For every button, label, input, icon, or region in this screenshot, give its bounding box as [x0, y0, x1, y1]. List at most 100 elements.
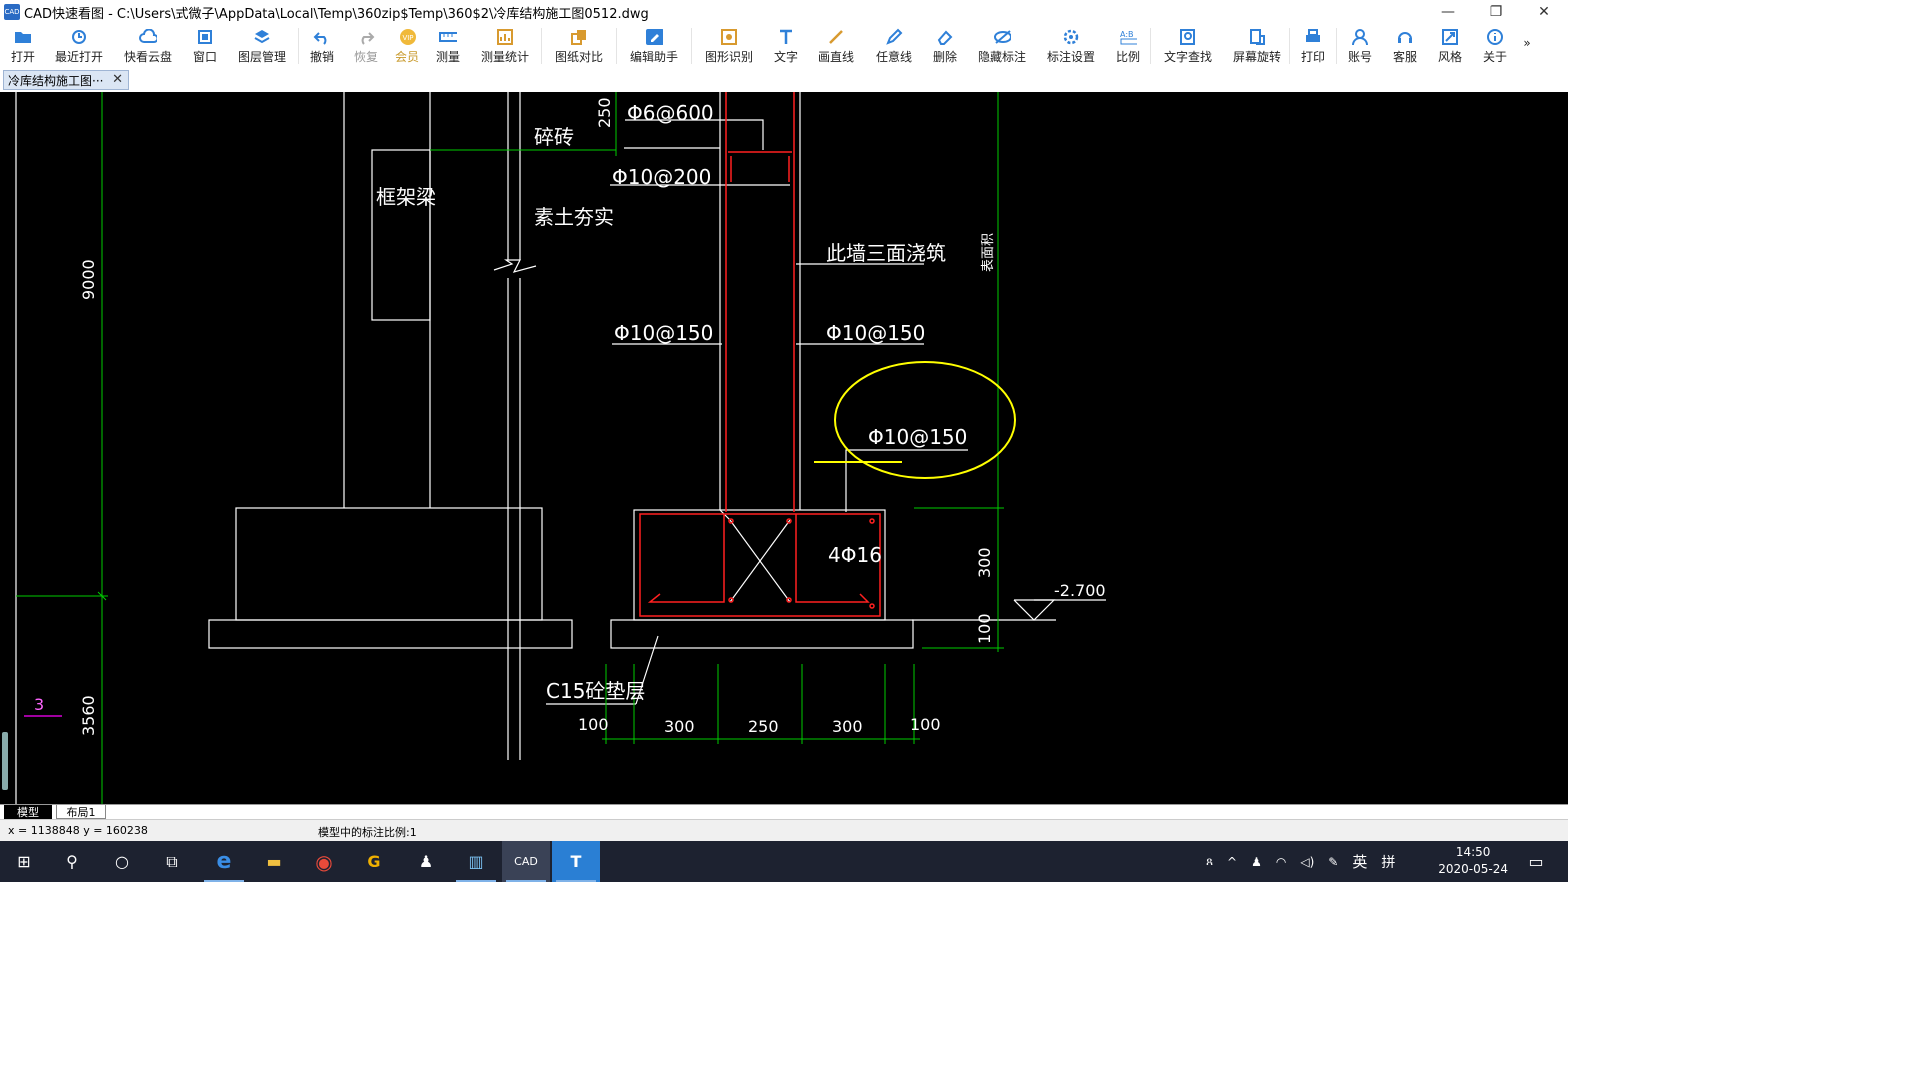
cortana-icon[interactable]: ○ [98, 841, 146, 882]
search-icon[interactable]: ⚲ [48, 841, 96, 882]
account-button[interactable]: 账号 [1337, 24, 1383, 68]
clock-date: 2020-05-24 [1438, 862, 1508, 876]
drawing-text: 碎砖 [534, 125, 574, 149]
shape-recog-button[interactable]: 图形识别 [692, 24, 766, 68]
delete-button[interactable]: 删除 [922, 24, 968, 68]
edge-icon[interactable]: e [200, 841, 248, 882]
qq-tray-icon[interactable]: ♟ [1251, 855, 1262, 869]
volume-icon[interactable]: ◁) [1300, 855, 1314, 869]
chrome-icon[interactable]: ◉ [300, 841, 348, 882]
measure-button[interactable]: 测量 [427, 24, 469, 68]
drawing-text: Φ10@150 [614, 321, 713, 345]
coordinate-readout: x = 1138848 y = 160238 [8, 824, 148, 837]
app-folder-icon[interactable]: ▥ [452, 841, 500, 882]
svg-text:A:B: A:B [1120, 30, 1134, 39]
recent-button[interactable]: 最近打开 [46, 24, 112, 68]
drawing-text: 表面积 [981, 233, 996, 272]
drawing-text: 4Φ16 [828, 543, 882, 567]
headset-icon [1396, 28, 1414, 46]
notification-icon[interactable]: ▭ [1512, 841, 1560, 882]
dimension-text: 300 [664, 717, 695, 736]
vip-icon: VIP [398, 28, 416, 46]
qq-icon[interactable]: ♟ [402, 841, 450, 882]
cad-drawing: Φ6@600 碎砖 Φ10@200 框架梁 素土夯实 此墙三面浇筑 Φ10@15… [15, 92, 1106, 804]
status-bar: x = 1138848 y = 160238 模型中的标注比例:1 [0, 819, 1568, 842]
text-button[interactable]: 文字 [766, 24, 806, 68]
main-toolbar: 打开 最近打开 快看云盘 窗口 图层管理 撤销 恢复 VIP 会员 测量 测量统… [0, 24, 1568, 69]
minimize-button[interactable]: — [1424, 0, 1472, 24]
shape-recognition-icon [720, 28, 738, 46]
edit-icon [645, 28, 663, 46]
dimension-text: 250 [595, 97, 614, 128]
wifi-icon[interactable]: ◠ [1276, 855, 1286, 869]
line-button[interactable]: 画直线 [806, 24, 866, 68]
drawing-text: -2.700 [1054, 581, 1106, 600]
tab-layout1[interactable]: 布局1 [56, 805, 106, 819]
window-button[interactable]: 窗口 [184, 24, 226, 68]
app-g-icon[interactable]: G [350, 841, 398, 882]
chevron-up-icon[interactable]: ^ [1227, 855, 1237, 869]
annot-settings-button[interactable]: 标注设置 [1036, 24, 1106, 68]
dimension-text: 9000 [79, 259, 98, 300]
style-button[interactable]: 风格 [1427, 24, 1473, 68]
svg-text:VIP: VIP [402, 34, 413, 42]
edit-assistant-button[interactable]: 编辑助手 [617, 24, 691, 68]
printer-icon [1304, 28, 1322, 46]
system-tray: ጸ ^ ♟ ◠ ◁) ✎ 英 拼 [1206, 841, 1395, 882]
dimension-text: 250 [748, 717, 779, 736]
title-bar: CAD CAD快速看图 - C:\Users\式微子\AppData\Local… [0, 0, 1568, 24]
tab-label: 冷库结构施工图··· [8, 73, 104, 88]
cloud-button[interactable]: 快看云盘 [112, 24, 184, 68]
redo-button[interactable]: 恢复 [345, 24, 387, 68]
text-search-button[interactable]: 文字查找 [1151, 24, 1225, 68]
drawing-text: Φ10@150 [868, 425, 967, 449]
layers-icon [253, 28, 271, 46]
drawing-canvas[interactable]: Φ6@600 碎砖 Φ10@200 框架梁 素土夯实 此墙三面浇筑 Φ10@15… [0, 92, 1568, 804]
vip-button[interactable]: VIP 会员 [387, 24, 427, 68]
cad-viewer-icon[interactable]: CAD [502, 841, 550, 882]
tab-close-icon[interactable]: ✕ [112, 72, 123, 87]
service-button[interactable]: 客服 [1383, 24, 1427, 68]
dimension-text: 100 [975, 613, 994, 644]
app-t-icon[interactable]: T [552, 841, 600, 882]
hide-annot-button[interactable]: 隐藏标注 [968, 24, 1036, 68]
restore-button[interactable]: ❐ [1472, 0, 1520, 24]
scale-button[interactable]: A:B 比例 [1106, 24, 1150, 68]
ime-language[interactable]: 英 [1352, 851, 1367, 872]
compare-button[interactable]: 图纸对比 [542, 24, 616, 68]
people-icon[interactable]: ጸ [1206, 854, 1213, 869]
drawing-text: Φ10@150 [826, 321, 925, 345]
print-button[interactable]: 打印 [1290, 24, 1336, 68]
redo-icon [357, 28, 375, 46]
style-icon [1441, 28, 1459, 46]
drawing-text: C15砼垫层 [546, 679, 645, 703]
layers-button[interactable]: 图层管理 [226, 24, 298, 68]
annotation-scale: 模型中的标注比例:1 [318, 826, 417, 839]
close-button[interactable]: ✕ [1520, 0, 1568, 24]
clock[interactable]: 14:50 2020-05-24 [1438, 844, 1508, 878]
ime-mode[interactable]: 拼 [1381, 852, 1395, 872]
pen-icon[interactable]: ✎ [1328, 855, 1338, 869]
dimension-text: 300 [832, 717, 863, 736]
start-button[interactable]: ⊞ [0, 841, 48, 882]
layout-tabs: 模型 布局1 [0, 804, 1568, 820]
freeline-button[interactable]: 任意线 [866, 24, 922, 68]
measure-stats-button[interactable]: 测量统计 [469, 24, 541, 68]
dimension-lines [16, 92, 1004, 804]
canvas-scroll-handle[interactable] [2, 732, 8, 790]
tab-document[interactable]: 冷库结构施工图··· ✕ [3, 70, 129, 90]
file-explorer-icon[interactable]: ▬ [250, 841, 298, 882]
drawing-text: 3 [34, 695, 44, 714]
open-button[interactable]: 打开 [0, 24, 46, 68]
eye-hidden-icon [993, 28, 1011, 46]
app-icon: CAD [4, 4, 20, 20]
task-view-icon[interactable]: ⧉ [148, 841, 196, 882]
history-icon [70, 28, 88, 46]
dimension-text: 3560 [79, 695, 98, 736]
drawing-text: 框架梁 [376, 185, 436, 209]
undo-button[interactable]: 撤销 [299, 24, 345, 68]
tab-model[interactable]: 模型 [4, 805, 52, 819]
rotate-button[interactable]: 屏幕旋转 [1225, 24, 1289, 68]
window-controls: — ❐ ✕ [1424, 0, 1568, 24]
about-button[interactable]: 关于 [1473, 24, 1517, 68]
